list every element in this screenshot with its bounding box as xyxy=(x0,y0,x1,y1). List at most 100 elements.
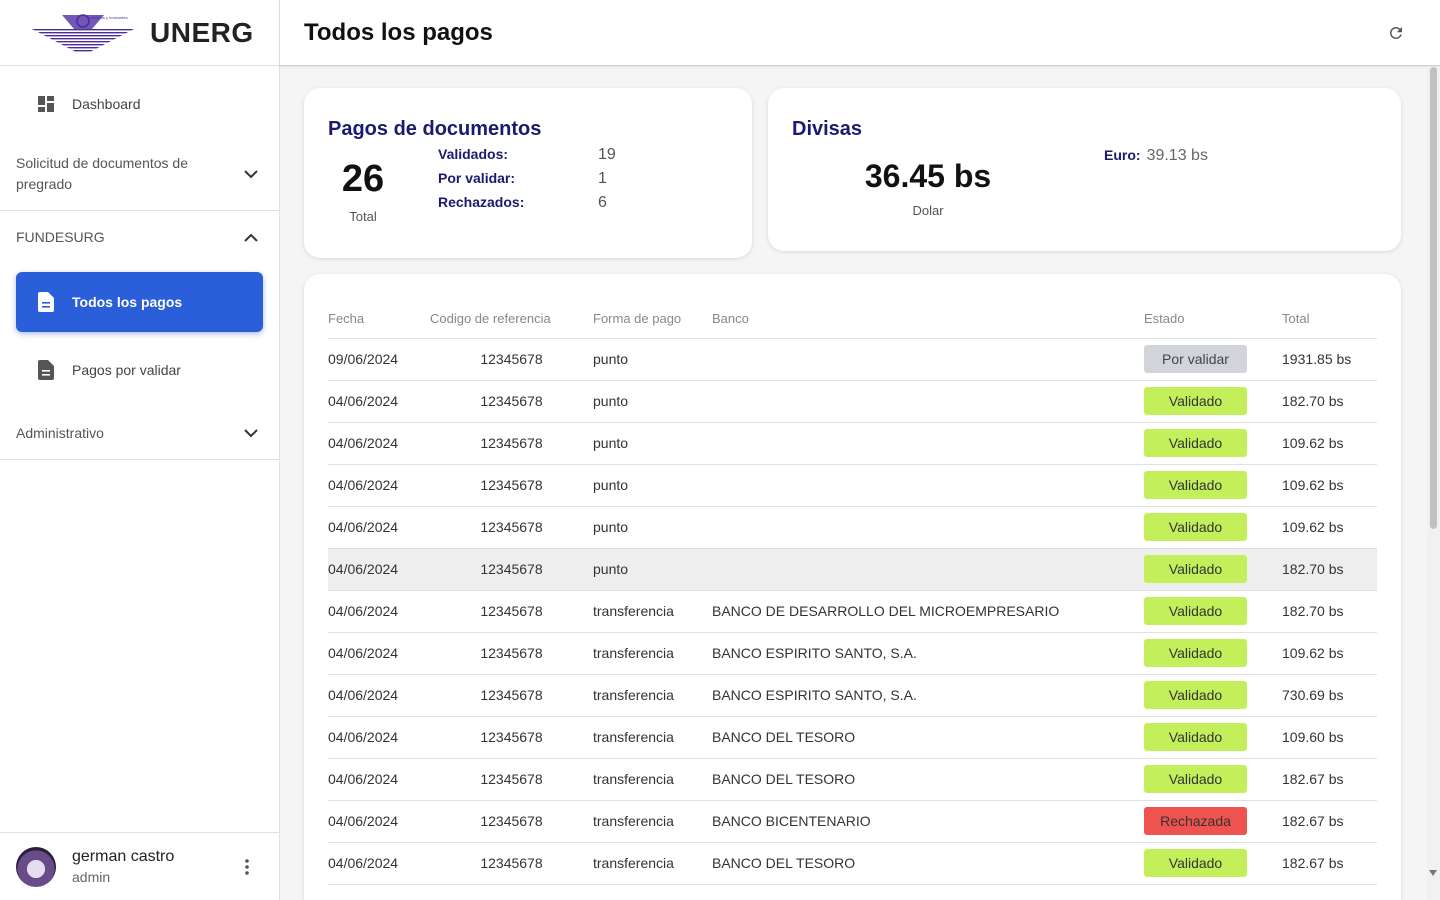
cell-forma-pago: transferencia xyxy=(593,842,712,885)
scrollbar[interactable] xyxy=(1427,67,1440,900)
cell-total: 109.62 bs xyxy=(1282,464,1377,507)
sidebar-group-fundesurg[interactable]: FUNDESURG xyxy=(0,225,279,249)
column-header-fecha[interactable]: Fecha xyxy=(328,300,430,339)
cell-referencia: 12345678 xyxy=(430,590,593,633)
status-badge: Validado xyxy=(1144,639,1247,667)
payments-table: Fecha Codigo de referencia Forma de pago… xyxy=(328,300,1377,885)
cell-estado: Validado xyxy=(1144,716,1282,759)
stat-value: 6 xyxy=(598,194,607,211)
column-header-banco[interactable]: Banco xyxy=(712,300,1144,339)
table-row[interactable]: 04/06/2024 12345678 transferencia BANCO BIC… xyxy=(328,800,1377,843)
sidebar-item-label: Todos los pagos xyxy=(72,294,183,310)
sidebar-group-solicitud[interactable]: Solicitud de documentos de pregrado xyxy=(0,153,279,195)
cell-estado: Validado xyxy=(1144,842,1282,885)
sidebar-item-pagos-por-validar[interactable]: Pagos por validar xyxy=(0,340,279,400)
sidebar-group-label: FUNDESURG xyxy=(16,228,105,245)
cell-forma-pago: transferencia xyxy=(593,674,712,717)
cell-total: 109.62 bs xyxy=(1282,422,1377,465)
user-profile: german castro admin xyxy=(0,832,279,900)
table-row[interactable]: 04/06/2024 12345678 punto Validado 109.62 bs xyxy=(328,506,1377,549)
cell-total: 182.67 bs xyxy=(1282,758,1377,801)
status-badge: Validado xyxy=(1144,681,1247,709)
brand[interactable]: caminos y horizontes UNERG xyxy=(0,0,279,66)
cell-referencia: 12345678 xyxy=(430,506,593,549)
scroll-down-arrow-icon[interactable] xyxy=(1429,870,1437,876)
cell-total: 109.62 bs xyxy=(1282,506,1377,549)
stat-label: Por validar: xyxy=(438,170,516,186)
cell-fecha: 04/06/2024 xyxy=(328,800,430,843)
cell-referencia: 12345678 xyxy=(430,716,593,759)
status-badge: Validado xyxy=(1144,765,1247,793)
unerg-logo: caminos y horizontes xyxy=(32,11,134,55)
dollar-rate: 36.45 bs xyxy=(864,158,992,194)
table-row[interactable]: 04/06/2024 12345678 transferencia BANCO DEL… xyxy=(328,842,1377,885)
cell-banco: BANCO DEL TESORO xyxy=(712,842,1144,885)
document-icon xyxy=(36,292,56,312)
cell-total: 730.69 bs xyxy=(1282,674,1377,717)
stat-rechazados: Rechazados: 6 xyxy=(438,194,607,212)
cell-total: 182.67 bs xyxy=(1282,800,1377,843)
cell-total: 109.62 bs xyxy=(1282,632,1377,675)
more-vert-icon[interactable] xyxy=(237,857,257,877)
card-title: Divisas xyxy=(792,118,863,140)
cell-forma-pago: transferencia xyxy=(593,590,712,633)
cell-total: 182.70 bs xyxy=(1282,590,1377,633)
cell-fecha: 04/06/2024 xyxy=(328,842,430,885)
column-header-estado[interactable]: Estado xyxy=(1144,300,1282,339)
table-row[interactable]: 04/06/2024 12345678 punto Validado 109.62 bs xyxy=(328,464,1377,507)
stat-value: 1 xyxy=(598,170,607,187)
cell-fecha: 04/06/2024 xyxy=(328,548,430,591)
column-header-total[interactable]: Total xyxy=(1282,300,1377,339)
cell-banco: BANCO ESPIRITO SANTO, S.A. xyxy=(712,674,1144,717)
table-row[interactable]: 09/06/2024 12345678 punto Por validar 1931.8… xyxy=(328,338,1377,381)
cell-estado: Validado xyxy=(1144,758,1282,801)
scrollbar-thumb[interactable] xyxy=(1430,67,1437,529)
column-header-referencia[interactable]: Codigo de referencia xyxy=(430,300,593,339)
sidebar-item-todos-los-pagos[interactable]: Todos los pagos xyxy=(16,272,263,332)
status-badge: Validado xyxy=(1144,387,1247,415)
column-header-forma-pago[interactable]: Forma de pago xyxy=(593,300,712,339)
cell-banco: BANCO DE DESARROLLO DEL MICROEMPRESARIO xyxy=(712,590,1144,633)
table-row[interactable]: 04/06/2024 12345678 punto Validado 109.62 bs xyxy=(328,422,1377,465)
sidebar-item-label: Pagos por validar xyxy=(72,362,181,378)
cell-estado: Validado xyxy=(1144,422,1282,465)
cell-forma-pago: punto xyxy=(593,464,712,507)
table-row[interactable]: 04/06/2024 12345678 transferencia BANCO ESP… xyxy=(328,674,1377,717)
cell-fecha: 04/06/2024 xyxy=(328,758,430,801)
table-row[interactable]: 04/06/2024 12345678 transferencia BANCO DE … xyxy=(328,590,1377,633)
cell-fecha: 09/06/2024 xyxy=(328,338,430,381)
cell-banco xyxy=(712,506,1144,549)
cell-referencia: 12345678 xyxy=(430,758,593,801)
table-row[interactable]: 04/06/2024 12345678 punto Validado 182.70 bs xyxy=(328,380,1377,423)
cell-banco: BANCO BICENTENARIO xyxy=(712,800,1144,843)
cell-total: 109.60 bs xyxy=(1282,716,1377,759)
table-row[interactable]: 04/06/2024 12345678 transferencia BANCO ESP… xyxy=(328,632,1377,675)
cell-banco: BANCO DEL TESORO xyxy=(712,758,1144,801)
cell-forma-pago: punto xyxy=(593,422,712,465)
cell-banco xyxy=(712,422,1144,465)
cell-forma-pago: transferencia xyxy=(593,800,712,843)
divider xyxy=(0,459,279,460)
cell-total: 182.70 bs xyxy=(1282,380,1377,423)
euro-label: Euro: xyxy=(1104,147,1141,163)
refresh-icon[interactable] xyxy=(1384,21,1408,45)
sidebar-group-administrativo[interactable]: Administrativo xyxy=(0,421,279,445)
sidebar-item-dashboard[interactable]: Dashboard xyxy=(0,74,279,134)
document-icon xyxy=(36,360,56,380)
euro-value: 39.13 bs xyxy=(1146,147,1208,164)
cell-fecha: 04/06/2024 xyxy=(328,716,430,759)
sidebar-group-label: Administrativo xyxy=(16,424,104,441)
table-row[interactable]: 04/06/2024 12345678 transferencia BANCO DEL… xyxy=(328,716,1377,759)
card-title: Pagos de documentos xyxy=(328,118,542,140)
cell-banco xyxy=(712,464,1144,507)
chevron-up-icon xyxy=(239,225,263,249)
payments-table-card: Fecha Codigo de referencia Forma de pago… xyxy=(304,274,1401,900)
table-row[interactable]: 04/06/2024 12345678 punto Validado 182.70 bs xyxy=(328,548,1377,591)
cell-forma-pago: transferencia xyxy=(593,758,712,801)
status-badge: Validado xyxy=(1144,513,1247,541)
cell-total: 182.67 bs xyxy=(1282,842,1377,885)
cell-forma-pago: transferencia xyxy=(593,632,712,675)
cell-estado: Validado xyxy=(1144,674,1282,717)
stat-por-validar: Por validar: 1 xyxy=(438,170,607,188)
table-row[interactable]: 04/06/2024 12345678 transferencia BANCO DEL… xyxy=(328,758,1377,801)
